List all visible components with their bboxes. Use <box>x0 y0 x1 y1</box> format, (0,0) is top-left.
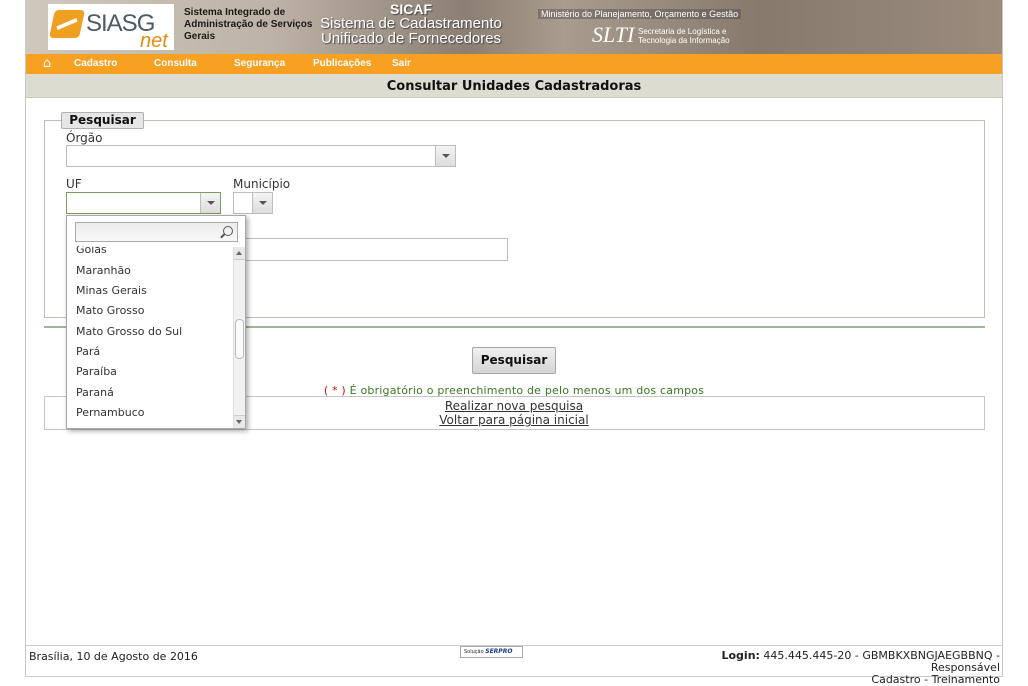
logo-net-text: net <box>140 30 168 52</box>
uf-label: UF <box>66 177 82 191</box>
dropdown-scrollbar[interactable] <box>233 247 245 428</box>
main-navbar: ⌂ Cadastro Consulta Segurança Publicaçõe… <box>26 54 1002 74</box>
dropdown-option-parana[interactable]: Paraná <box>76 386 114 399</box>
nav-item-cadastro[interactable]: Cadastro <box>74 58 117 69</box>
slti-description: Secretaria de Logística e Tecnologia da … <box>638 27 730 45</box>
sicaf-subtitle-1: Sistema de Cadastramento <box>320 15 502 32</box>
system-name: Sistema Integrado de Administração de Se… <box>184 7 313 42</box>
uf-select[interactable] <box>66 192 221 214</box>
search-legend: Pesquisar <box>61 112 144 129</box>
search-button[interactable]: Pesquisar <box>472 347 556 374</box>
uf-dropdown: Goiás Maranhão Minas Gerais Mato Grosso … <box>66 215 246 429</box>
orgao-select[interactable] <box>66 145 456 167</box>
nav-item-publicacoes[interactable]: Publicações <box>313 58 371 69</box>
page-title: Consultar Unidades Cadastradoras <box>386 79 642 94</box>
sicaf-title-main: SICAF <box>390 1 432 17</box>
orgao-label: Órgão <box>66 131 103 145</box>
dropdown-option-para[interactable]: Pará <box>76 345 100 358</box>
dropdown-option-mato-grosso[interactable]: Mato Grosso <box>76 304 145 317</box>
ministry-name: Ministério do Planejamento, Orçamento e … <box>538 9 742 19</box>
municipio-select[interactable] <box>233 192 273 214</box>
dropdown-search-input[interactable] <box>75 222 238 242</box>
chevron-down-icon[interactable] <box>435 146 455 166</box>
footer-login-info: Login: 445.445.445-20 - GBMBKXBNGJAEGBBN… <box>660 650 1000 686</box>
sicaf-subtitle-2: Unificado de Fornecedores <box>320 30 502 47</box>
slti-text-line-2: Tecnologia da Informação <box>638 36 730 45</box>
text-input-field[interactable] <box>240 238 508 261</box>
header-banner: SIASG net Sistema Integrado de Administr… <box>26 0 1002 54</box>
dropdown-option-maranhao[interactable]: Maranhão <box>76 264 131 277</box>
siasg-logo: SIASG net <box>48 4 174 52</box>
serpro-logo-prefix: Solução <box>464 649 484 655</box>
dropdown-option-minas-gerais[interactable]: Minas Gerais <box>76 284 147 297</box>
login-line-2: Cadastro - Treinamento <box>871 673 1000 686</box>
page-title-bar: Consultar Unidades Cadastradoras <box>26 74 1002 98</box>
footer-date: Brasília, 10 de Agosto de 2016 <box>29 650 198 663</box>
dropdown-option-pernambuco[interactable]: Pernambuco <box>76 406 145 419</box>
serpro-logo: Solução SERPRO <box>460 646 523 658</box>
scroll-up-icon[interactable] <box>234 247 245 260</box>
dropdown-option-paraiba[interactable]: Paraíba <box>76 365 117 378</box>
slti-logo: SLTI <box>592 22 635 47</box>
dropdown-list: Goiás Maranhão Minas Gerais Mato Grosso … <box>67 246 233 428</box>
login-label: Login: <box>721 649 760 662</box>
nav-item-sair[interactable]: Sair <box>392 58 411 69</box>
nav-item-seguranca[interactable]: Segurança <box>234 58 285 69</box>
dropdown-option-goias[interactable]: Goiás <box>76 246 107 256</box>
scroll-down-icon[interactable] <box>234 415 245 428</box>
chevron-down-icon[interactable] <box>252 193 272 213</box>
sicaf-title: SICAF Sistema de Cadastramento Unificado… <box>296 2 526 46</box>
slti-text-line-1: Secretaria de Logística e <box>638 27 727 36</box>
search-icon <box>223 226 233 236</box>
siasg-logo-mark-icon <box>49 10 85 38</box>
chevron-down-icon[interactable] <box>200 193 220 213</box>
nav-item-consulta[interactable]: Consulta <box>154 58 197 69</box>
municipio-label: Município <box>233 177 291 191</box>
home-icon[interactable]: ⌂ <box>40 57 54 71</box>
scrollbar-thumb[interactable] <box>235 319 244 359</box>
serpro-logo-brand: SERPRO <box>485 648 513 655</box>
login-value: 445.445.445-20 - GBMBKXBNGJAEGBBNQ - Res… <box>759 649 1000 674</box>
dropdown-option-mato-grosso-do-sul[interactable]: Mato Grosso do Sul <box>76 325 182 338</box>
